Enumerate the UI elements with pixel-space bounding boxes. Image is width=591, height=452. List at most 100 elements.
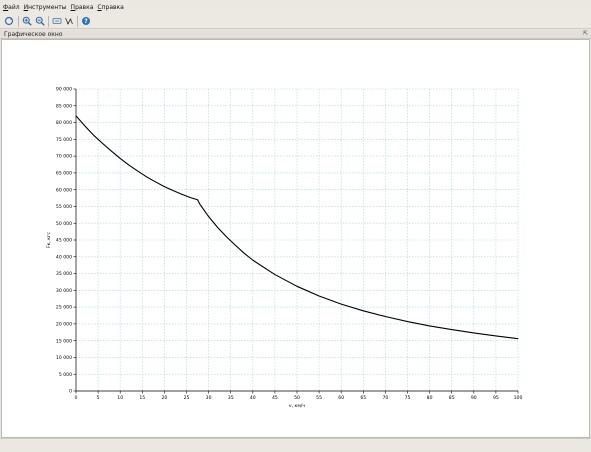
y-tick-label: 50 000 [56,221,72,227]
data-point [102,143,103,144]
y-tick-label: 0 [69,389,72,395]
menu-edit[interactable]: Правка [71,4,94,11]
graphic-window-title: Графическое окно [4,31,63,38]
x-tick-label: 60 [338,395,344,401]
y-tick-label: 5 000 [59,372,72,378]
x-tick-label: 20 [161,395,167,401]
y-axis-title: Fк, кгс [46,232,52,249]
data-point [429,325,430,327]
zoom-in-icon[interactable] [21,15,33,27]
data-point [84,125,86,127]
y-tick-label: 80 000 [56,120,72,126]
x-tick-label: 80 [427,395,433,401]
x-tick-label: 65 [360,395,366,401]
menu-file[interactable]: Файл [3,4,20,11]
data-point [128,164,130,166]
data-point [252,259,254,261]
y-tick-label: 60 000 [56,187,72,193]
data-point [190,197,192,199]
x-tick-label: 40 [250,395,256,401]
x-tick-label: 25 [184,395,190,401]
y-tick-label: 20 000 [56,321,72,327]
y-tick-label: 25 000 [56,305,72,311]
data-point [495,335,497,337]
help-icon[interactable]: ? [80,15,92,27]
y-tick-label: 90 000 [56,87,72,93]
data-point [362,310,364,312]
y-tick-label: 70 000 [56,154,72,160]
y-tick-label: 85 000 [56,103,72,109]
status-bar [0,438,591,452]
x-tick-label: 50 [294,395,300,401]
data-point [274,274,276,275]
data-point [137,170,139,172]
graphic-canvas[interactable]: 0 5 10 15 20 25 30 35 40 45 50 55 60 65 70 75 80 85 90 95 10… [1,39,590,438]
data-point [75,115,77,117]
x-tick-label: 55 [316,395,322,401]
x-tick-label: 30 [206,395,212,401]
data-point [164,186,165,187]
data-point [318,295,320,297]
data-point [243,252,245,254]
toolbar-separator [48,16,49,27]
menu-help[interactable]: Справка [97,4,123,11]
data-point [181,194,183,195]
x-tick-label: 90 [471,395,477,401]
data-point [155,181,156,183]
x-tick-label: 95 [493,395,499,401]
data-point [234,244,236,246]
data-point [93,134,95,136]
data-point [340,303,342,305]
x-tick-label: 70 [382,395,388,401]
y-tick-label: 45 000 [56,238,72,244]
data-point [146,176,148,178]
data-tip-icon[interactable] [63,15,75,27]
zoom-out-icon[interactable] [34,15,46,27]
x-tick-label: 100 [514,395,523,401]
chart-axes: 0 5 10 15 20 25 30 35 40 45 50 55 60 65 70 75 80 85 90 95 10… [56,87,523,401]
rotate-icon[interactable] [3,15,15,27]
y-tick-label: 35 000 [56,271,72,277]
data-point [517,338,519,339]
y-tick-label: 40 000 [56,254,72,260]
data-point [451,329,453,330]
x-tick-label: 15 [139,395,145,401]
data-point [407,321,408,322]
graphic-window-titlebar: Графическое окно ⇱ [0,30,591,39]
data-point [225,236,227,237]
menu-tools[interactable]: Инструменты [24,4,67,11]
data-point [111,150,112,152]
toolbar-separator [18,16,19,27]
y-tick-label: 10 000 [56,355,72,361]
svg-text:?: ? [84,18,88,25]
x-tick-label: 35 [228,395,234,401]
data-point [172,190,174,192]
y-tick-label: 30 000 [56,288,72,294]
x-tick-label: 85 [449,395,455,401]
chart-grid [76,88,519,391]
data-point [119,158,121,159]
data-point [197,199,198,201]
data-point [199,203,201,205]
toolbar-separator [77,16,78,27]
x-tick-label: 45 [272,395,278,401]
x-tick-label: 0 [75,395,78,401]
data-point [208,216,209,217]
x-tick-label: 5 [97,395,100,401]
data-point [473,332,475,334]
data-point [217,226,218,228]
y-tick-label: 15 000 [56,338,72,344]
undock-icon[interactable]: ⇱ [583,30,588,37]
menu-bar: Файл Инструменты Правка Справка [0,0,591,14]
x-tick-label: 10 [117,395,123,401]
x-axis-title: v, км/ч [289,403,305,409]
data-point [385,316,386,317]
x-tick-label: 75 [405,395,411,401]
pan-icon[interactable] [51,15,63,27]
y-tick-label: 65 000 [56,170,72,176]
traction-force-chart: 0 5 10 15 20 25 30 35 40 45 50 55 60 65 70 75 80 85 90 95 10… [46,87,523,409]
y-tick-label: 75 000 [56,137,72,143]
y-tick-label: 55 000 [56,204,72,210]
toolbar: ? [0,14,591,29]
data-point [296,285,298,287]
